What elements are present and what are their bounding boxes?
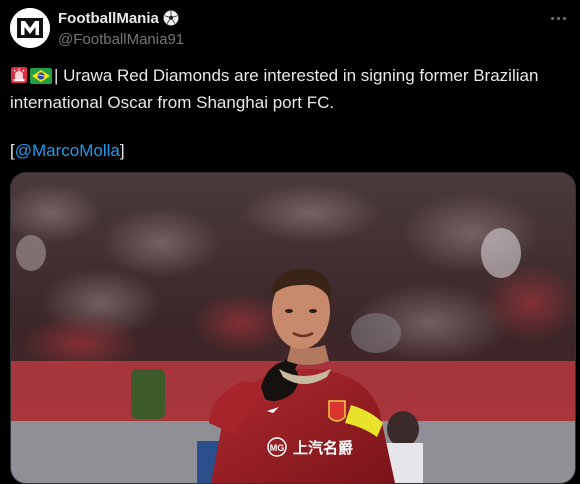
sponsor-logo-text: MG	[270, 443, 285, 453]
source-line: [@MarcoMolla]	[10, 139, 570, 163]
more-options-button[interactable]	[548, 10, 568, 26]
tweet-body: | Urawa Red Diamonds are interested in s…	[10, 64, 570, 115]
tweet-media-photo[interactable]: MG 上汽名爵	[10, 172, 576, 484]
tweet-text: | Urawa Red Diamonds are interested in s…	[10, 64, 570, 163]
author-info: FootballMania @FootballMania91	[58, 8, 184, 49]
club-crest-icon	[328, 400, 346, 422]
brazil-flag-icon	[30, 67, 52, 91]
sponsor-text: 上汽名爵	[293, 439, 353, 457]
dot-icon	[562, 16, 566, 20]
bracket-close: ]	[119, 141, 125, 160]
handle[interactable]: @FootballMania91	[58, 31, 184, 48]
soccer-ball-icon	[163, 10, 179, 26]
avatar[interactable]	[10, 8, 50, 48]
dot-icon	[556, 16, 560, 20]
siren-icon	[10, 66, 28, 91]
tweet-body-text: | Urawa Red Diamonds are interested in s…	[10, 66, 539, 112]
tweet-card[interactable]: FootballMania @FootballMania91 | Urawa R…	[0, 0, 580, 484]
dot-icon	[550, 16, 554, 20]
steward-figure	[131, 369, 165, 419]
player-celebration-photo: MG 上汽名爵	[11, 173, 575, 483]
footballmania-logo-icon	[10, 8, 50, 48]
display-name[interactable]: FootballMania	[58, 10, 159, 27]
mention-link[interactable]: @MarcoMolla	[15, 141, 120, 160]
